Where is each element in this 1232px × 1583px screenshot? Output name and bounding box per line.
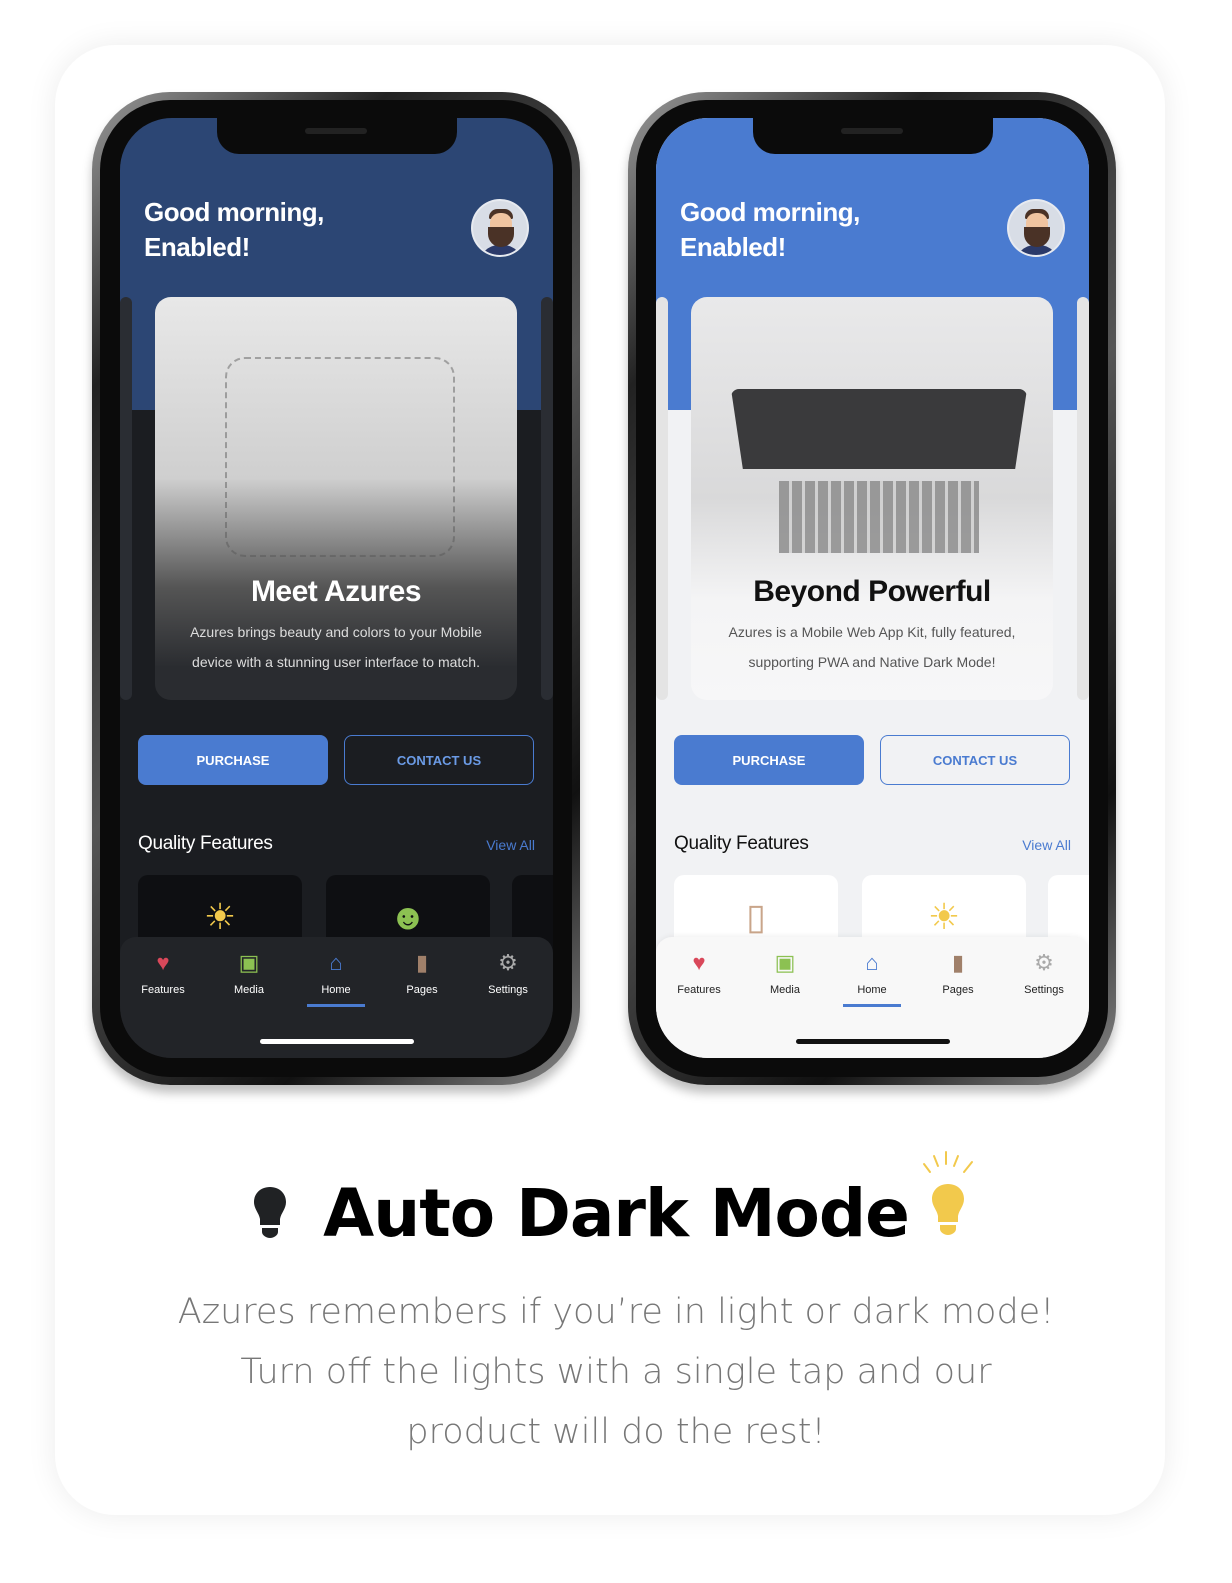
phone-screen: Good morning, Enabled! Meet Azures Azures… bbox=[120, 118, 553, 1058]
greeting: Good morning, Enabled! bbox=[144, 195, 324, 265]
slider-card[interactable]: Meet Azures Azures brings beauty and col… bbox=[155, 297, 517, 700]
greeting-line: Good morning, bbox=[144, 197, 324, 227]
phone-icon: ▯ bbox=[746, 896, 766, 937]
greeting-name: Enabled! bbox=[144, 232, 250, 262]
tab-label: Settings bbox=[488, 984, 528, 996]
section-title: Quality Features bbox=[674, 833, 809, 854]
card-description: Azures is a Mobile Web App Kit, fully fe… bbox=[728, 624, 1016, 670]
home-indicator[interactable] bbox=[260, 1039, 414, 1044]
tab-label: Home bbox=[321, 984, 351, 996]
greeting-name: Enabled! bbox=[680, 232, 786, 262]
gear-icon: ⚙ bbox=[498, 950, 518, 975]
description: Azures remembers if you’re in light or d… bbox=[0, 1282, 1232, 1462]
contact-us-button[interactable]: CONTACT US bbox=[344, 735, 534, 785]
image-icon: ▣ bbox=[774, 950, 796, 975]
tab-label: Pages bbox=[942, 984, 974, 996]
view-all-link[interactable]: View All bbox=[1022, 837, 1071, 853]
purchase-button[interactable]: PURCHASE bbox=[674, 735, 864, 785]
tab-label: Features bbox=[677, 984, 721, 996]
view-all-link[interactable]: View All bbox=[486, 837, 535, 853]
tab-features[interactable]: ♥ Features bbox=[659, 949, 739, 996]
tab-media[interactable]: ▣ Media bbox=[209, 949, 289, 996]
file-icon: ▮ bbox=[951, 950, 965, 975]
tab-features[interactable]: ♥ Features bbox=[123, 949, 203, 996]
notch bbox=[217, 118, 457, 154]
side-card-prev[interactable] bbox=[656, 297, 668, 700]
home-icon: ⌂ bbox=[865, 950, 879, 975]
card-description: Azures brings beauty and colors to your … bbox=[190, 624, 482, 670]
gear-icon: ⚙ bbox=[1034, 950, 1054, 975]
active-tab-indicator bbox=[307, 1004, 365, 1007]
smile-icon: ☻ bbox=[389, 896, 427, 937]
phone-dark-mode: Good morning, Enabled! Meet Azures Azures… bbox=[92, 92, 580, 1085]
side-card-prev[interactable] bbox=[120, 297, 132, 700]
tab-pages[interactable]: ▮ Pages bbox=[918, 949, 998, 996]
greeting-line: Good morning, bbox=[680, 197, 860, 227]
side-card-next[interactable] bbox=[541, 297, 553, 700]
side-card-next[interactable] bbox=[1077, 297, 1089, 700]
image-icon: ▣ bbox=[238, 950, 260, 975]
avatar[interactable] bbox=[1007, 199, 1065, 257]
sun-icon: ☀ bbox=[203, 896, 237, 937]
file-icon: ▮ bbox=[415, 950, 429, 975]
tab-label: Media bbox=[234, 984, 264, 996]
description-line: Azures remembers if you’re in light or d… bbox=[177, 1292, 1055, 1332]
card-title: Meet Azures bbox=[250, 575, 422, 608]
headline: Auto Dark Mode bbox=[323, 1175, 910, 1252]
tab-home[interactable]: ⌂ Home bbox=[832, 949, 912, 996]
phone-screen: Good morning, Enabled! Beyond Powerful Az… bbox=[656, 118, 1089, 1058]
tab-label: Features bbox=[141, 984, 185, 996]
purchase-button[interactable]: PURCHASE bbox=[138, 735, 328, 785]
description-line: product will do the rest! bbox=[406, 1412, 826, 1452]
greeting: Good morning, Enabled! bbox=[680, 195, 860, 265]
active-tab-indicator bbox=[843, 1004, 901, 1007]
section-title: Quality Features bbox=[138, 833, 273, 854]
tab-media[interactable]: ▣ Media bbox=[745, 949, 825, 996]
description-line: Turn off the lights with a single tap an… bbox=[240, 1352, 992, 1392]
slider-card[interactable]: Beyond Powerful Azures is a Mobile Web A… bbox=[691, 297, 1053, 700]
lightbulb-on-icon bbox=[923, 1151, 973, 1235]
home-icon: ⌂ bbox=[329, 950, 343, 975]
tab-pages[interactable]: ▮ Pages bbox=[382, 949, 462, 996]
heart-icon: ♥ bbox=[156, 950, 170, 975]
laptop-image bbox=[731, 389, 1027, 559]
contact-us-button[interactable]: CONTACT US bbox=[880, 735, 1070, 785]
card-title: Beyond Powerful bbox=[753, 575, 991, 608]
tab-label: Pages bbox=[406, 984, 438, 996]
tab-label: Settings bbox=[1024, 984, 1064, 996]
phone-light-mode: Good morning, Enabled! Beyond Powerful Az… bbox=[628, 92, 1116, 1085]
sun-icon: ☀ bbox=[927, 896, 961, 937]
avatar[interactable] bbox=[471, 199, 529, 257]
tab-home[interactable]: ⌂ Home bbox=[296, 949, 376, 996]
business-sketch-image bbox=[225, 357, 455, 557]
heart-icon: ♥ bbox=[692, 950, 706, 975]
tab-label: Media bbox=[770, 984, 800, 996]
tab-label: Home bbox=[857, 984, 887, 996]
tab-settings[interactable]: ⚙ Settings bbox=[1004, 949, 1084, 996]
home-indicator[interactable] bbox=[796, 1039, 950, 1044]
notch bbox=[753, 118, 993, 154]
tab-settings[interactable]: ⚙ Settings bbox=[468, 949, 548, 996]
